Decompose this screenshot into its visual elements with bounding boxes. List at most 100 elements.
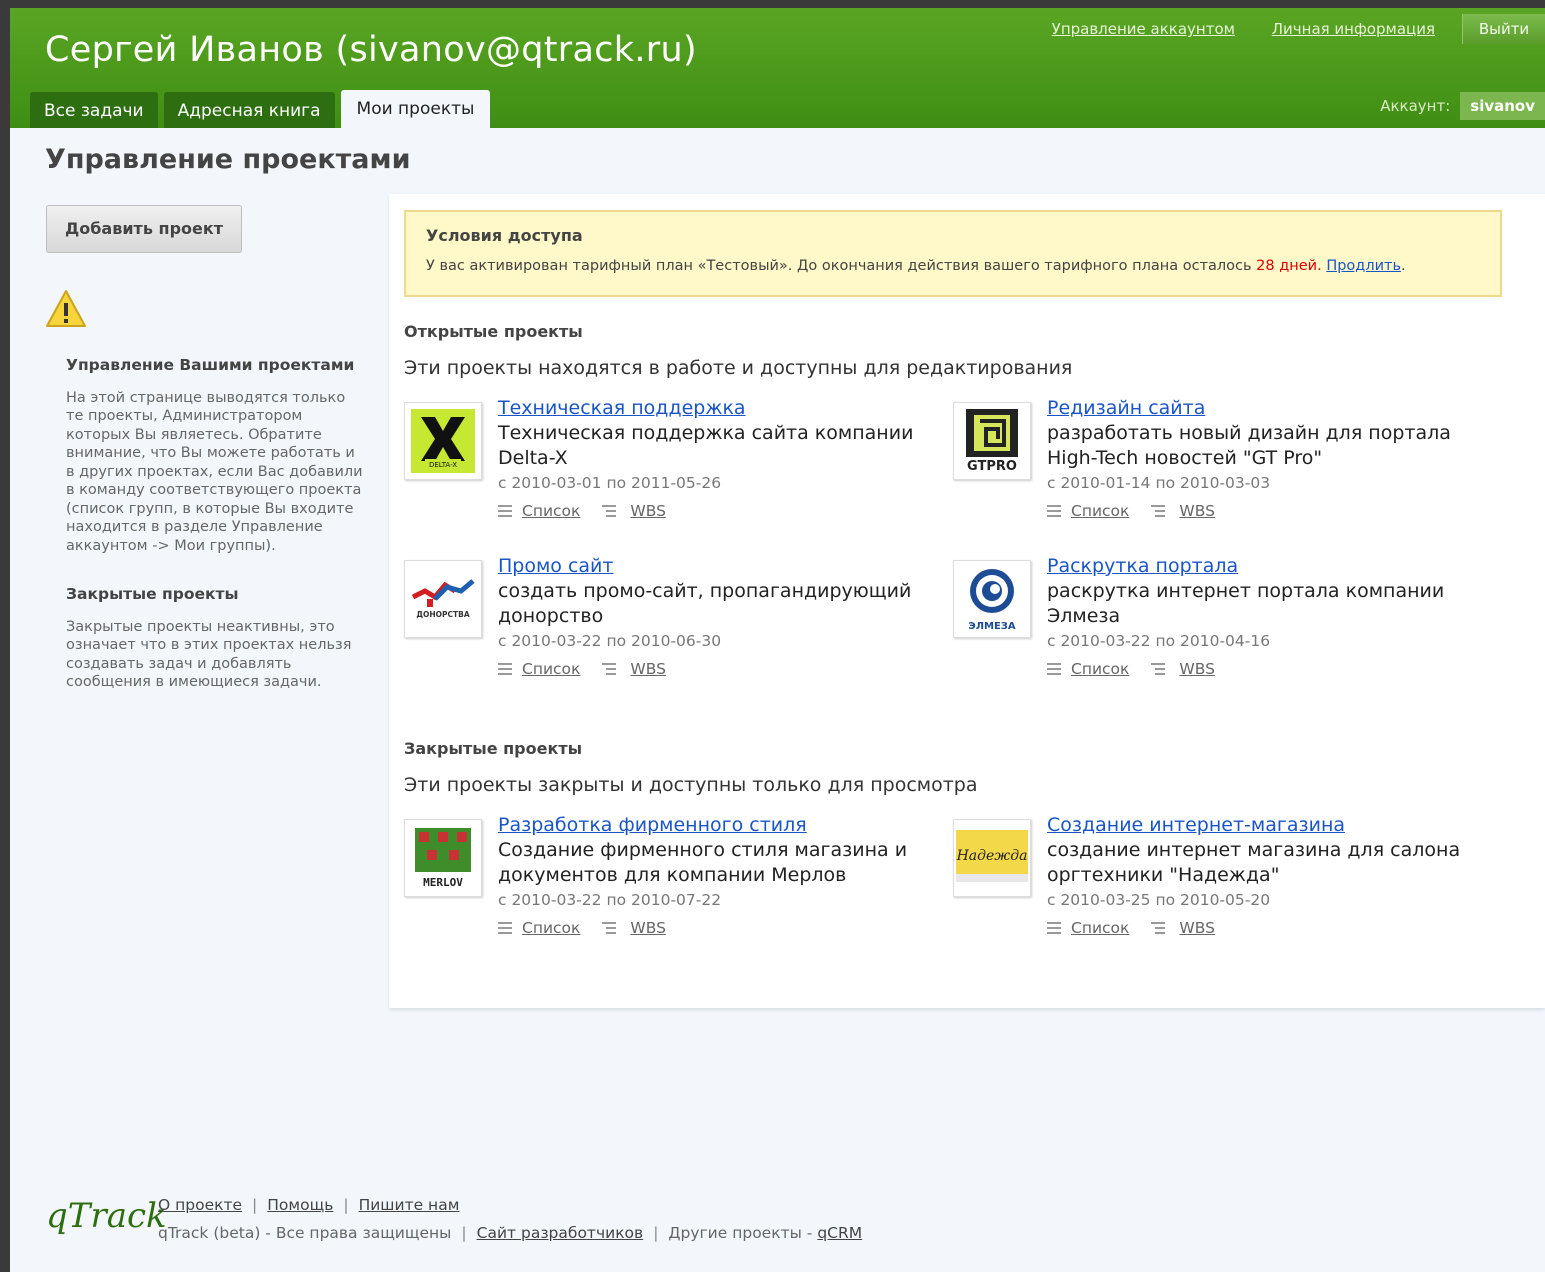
project-wbs-link[interactable]: WBS (1179, 919, 1215, 937)
closed-projects-title: Закрытые проекты (404, 739, 583, 758)
project-description: создать промо-сайт, пропагандирующий дон… (498, 580, 912, 627)
manage-help-text: На этой странице выводятся только те про… (66, 389, 363, 554)
wbs-icon (1151, 663, 1166, 675)
wbs-icon (1151, 922, 1166, 934)
project-name-link[interactable]: Раскрутка портала (1047, 554, 1487, 579)
closed-help-text: Закрытые проекты неактивны, это означает… (66, 618, 352, 691)
project-name-link[interactable]: Разработка фирменного стиля (498, 813, 938, 838)
copyright-text: qTrack (beta) - Все права защищены (158, 1224, 452, 1242)
list-icon (498, 505, 512, 517)
list-icon (498, 922, 512, 934)
project-name-link[interactable]: Создание интернет-магазина (1047, 813, 1487, 838)
list-icon (1047, 922, 1061, 934)
manage-help-title: Управление Вашими проектами (66, 356, 355, 374)
header: Сергей Иванов (sivanov@qtrack.ru) Управл… (10, 8, 1545, 128)
wbs-icon (602, 663, 617, 675)
project-card: ДОНОРСТВА Промо сайт создать промо-сайт,… (404, 555, 944, 700)
account-value: sivanov (1460, 92, 1545, 120)
project-links: Список WBS (498, 660, 938, 678)
notice-text-body: У вас активирован тарифный план «Тестовы… (426, 258, 1252, 274)
project-dates: с 2010-03-22 по 2010-04-16 (1047, 632, 1271, 650)
notice-text-end: . (1401, 258, 1406, 274)
days-left: 28 дней. (1256, 258, 1322, 274)
footer-links-row1: О проекте | Помощь | Пишите нам (158, 1196, 460, 1214)
account-management-link[interactable]: Управление аккаунтом (1052, 20, 1235, 38)
project-dates: с 2010-03-22 по 2010-07-22 (498, 891, 722, 909)
list-icon (1047, 663, 1061, 675)
top-links: Управление аккаунтом Личная информация (1020, 20, 1435, 38)
project-links: Список WBS (1047, 502, 1487, 520)
project-links: Список WBS (498, 502, 938, 520)
project-name-link[interactable]: Техническая поддержка (498, 396, 938, 421)
open-projects-title: Открытые проекты (404, 322, 583, 341)
project-info: Раскрутка портала раскрутка интернет пор… (1047, 554, 1487, 678)
page-title: Управление проектами (45, 144, 411, 175)
sidebar-help: Управление Вашими проектами На этой стра… (66, 356, 366, 722)
open-projects-desc: Эти проекты находятся в работе и доступн… (404, 357, 1073, 379)
logo-text: DELTA-X (429, 461, 457, 469)
user-title: Сергей Иванов (sivanov@qtrack.ru) (45, 30, 697, 70)
project-list-link[interactable]: Список (522, 502, 580, 520)
project-dates: с 2010-03-01 по 2011-05-26 (498, 474, 722, 492)
project-info: Техническая поддержка Техническая поддер… (498, 396, 938, 520)
project-description: Техническая поддержка сайта компании Del… (498, 422, 914, 469)
dev-site-link[interactable]: Сайт разработчиков (477, 1224, 644, 1242)
help-link[interactable]: Помощь (267, 1196, 333, 1214)
project-description: Создание фирменного стиля магазина и док… (498, 839, 908, 886)
qtrack-logo[interactable]: qTrack (46, 1196, 167, 1236)
project-wbs-link[interactable]: WBS (630, 660, 666, 678)
project-links: Список WBS (1047, 660, 1487, 678)
project-card: DELTA-X Техническая поддержка Техническа… (404, 397, 944, 542)
tab-my-projects[interactable]: Мои проекты (340, 90, 491, 128)
project-wbs-link[interactable]: WBS (630, 502, 666, 520)
list-icon (1047, 505, 1061, 517)
account-label: Аккаунт: (1380, 97, 1451, 115)
project-list-link[interactable]: Список (1071, 502, 1129, 520)
access-notice: Условия доступа У вас активирован тарифн… (404, 210, 1502, 297)
project-card: ЭЛМЕЗА Раскрутка портала раскрутка интер… (953, 555, 1493, 700)
project-dates: с 2010-03-25 по 2010-05-20 (1047, 891, 1271, 909)
project-logo: Надежда (953, 819, 1031, 897)
project-wbs-link[interactable]: WBS (1179, 502, 1215, 520)
about-link[interactable]: О проекте (158, 1196, 242, 1214)
project-description: создание интернет магазина для салона ор… (1047, 839, 1461, 886)
app-frame: Сергей Иванов (sivanov@qtrack.ru) Управл… (10, 8, 1545, 1272)
project-description: разработать новый дизайн для портала Hig… (1047, 422, 1451, 469)
project-links: Список WBS (1047, 919, 1487, 937)
project-list-link[interactable]: Список (1071, 660, 1129, 678)
project-card: GTPRO Редизайн сайта разработать новый д… (953, 397, 1493, 542)
logo-text: Надежда (956, 848, 1028, 864)
tab-address-book[interactable]: Адресная книга (163, 92, 335, 128)
personal-info-link[interactable]: Личная информация (1272, 20, 1435, 38)
closed-projects-desc: Эти проекты закрыты и доступны только дл… (404, 774, 978, 796)
extend-link[interactable]: Продлить (1326, 258, 1401, 274)
logout-button[interactable]: Выйти (1462, 14, 1545, 44)
qcrm-link[interactable]: qCRM (817, 1224, 862, 1242)
main-tabs: Все задачи Адресная книга Мои проекты (30, 90, 496, 128)
project-logo: GTPRO (953, 402, 1031, 480)
project-wbs-link[interactable]: WBS (630, 919, 666, 937)
other-projects-label: Другие проекты - (668, 1224, 813, 1242)
projects-panel: Условия доступа У вас активирован тарифн… (389, 194, 1545, 1008)
project-name-link[interactable]: Редизайн сайта (1047, 396, 1487, 421)
logo-text: MERLOV (423, 876, 463, 889)
account-indicator: Аккаунт: sivanov (1380, 92, 1545, 120)
project-logo: MERLOV (404, 819, 482, 897)
project-info: Создание интернет-магазина создание инте… (1047, 813, 1487, 937)
wbs-icon (602, 505, 617, 517)
project-name-link[interactable]: Промо сайт (498, 554, 938, 579)
project-list-link[interactable]: Список (522, 660, 580, 678)
project-info: Разработка фирменного стиля Создание фир… (498, 813, 938, 937)
project-wbs-link[interactable]: WBS (1179, 660, 1215, 678)
project-logo: DELTA-X (404, 402, 482, 480)
project-card: Надежда Создание интернет-магазина созда… (953, 814, 1493, 959)
project-links: Список WBS (498, 919, 938, 937)
add-project-button[interactable]: Добавить проект (46, 205, 242, 253)
project-logo: ДОНОРСТВА (404, 560, 482, 638)
warning-icon (46, 290, 86, 327)
contact-link[interactable]: Пишите нам (359, 1196, 460, 1214)
project-list-link[interactable]: Список (1071, 919, 1129, 937)
logo-text: ЭЛМЕЗА (968, 621, 1016, 632)
project-list-link[interactable]: Список (522, 919, 580, 937)
tab-all-tasks[interactable]: Все задачи (30, 92, 158, 128)
